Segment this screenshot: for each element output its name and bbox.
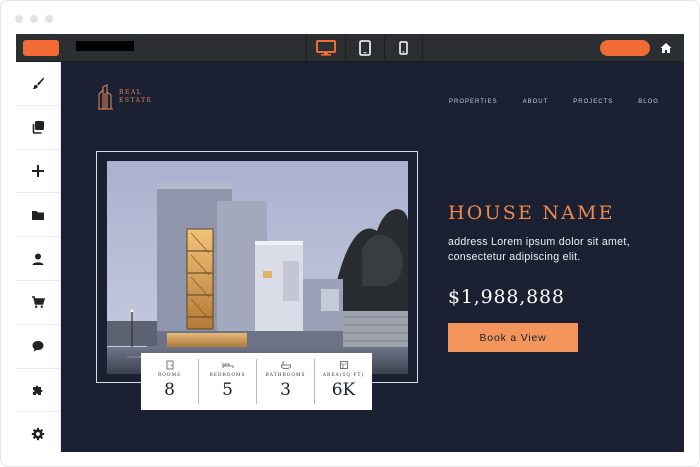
stat-bedrooms: BEDROOMS 5: [199, 359, 257, 404]
site-nav: PROPERTIES ABOUT PROJECTS BLOG: [449, 99, 684, 105]
stat-area: AREA(SQ FT) 6K: [315, 359, 372, 404]
page-title-redacted: [76, 41, 134, 51]
brand-line-1: REAL: [119, 89, 143, 96]
sidebar-item-style[interactable]: [16, 62, 60, 106]
window-dot: [45, 15, 53, 23]
book-a-view-button[interactable]: Book a View: [448, 323, 578, 352]
tablet-icon: [359, 40, 371, 56]
stat-value: 6K: [331, 380, 356, 400]
mobile-icon: [399, 41, 408, 55]
stat-value: 8: [164, 380, 175, 400]
chat-icon: [32, 341, 44, 352]
door-icon: [166, 360, 173, 370]
building-logo-icon: [98, 84, 113, 110]
cart-icon: [32, 296, 45, 309]
stat-label: BATHROOMS: [265, 373, 306, 378]
sidebar-item-account[interactable]: [16, 237, 60, 281]
house-address: address Lorem ipsum dolor sit amet, cons…: [448, 236, 630, 263]
property-stats: ROOMS 8 BEDROOMS 5 BATHROOMS 3 AREA(SQ F…: [141, 353, 372, 410]
nav-item-blog[interactable]: BLOG: [638, 99, 659, 105]
gear-icon: [31, 428, 45, 441]
house-photo: [107, 161, 408, 374]
home-icon: [660, 43, 672, 53]
sidebar-item-pages[interactable]: [16, 106, 60, 150]
mobile-view-button[interactable]: [384, 34, 423, 62]
editor-sidebar: [16, 62, 61, 452]
copy-icon: [32, 121, 44, 134]
stat-bathrooms: BATHROOMS 3: [257, 359, 315, 404]
sidebar-item-comments[interactable]: [16, 325, 60, 369]
user-icon: [32, 253, 44, 265]
nav-item-projects[interactable]: PROJECTS: [573, 99, 613, 105]
bath-icon: [280, 361, 291, 369]
puzzle-icon: [33, 385, 43, 395]
nav-item-properties[interactable]: PROPERTIES: [449, 99, 498, 105]
sidebar-item-store[interactable]: [16, 281, 60, 325]
sidebar-item-settings[interactable]: [16, 412, 60, 456]
menu-button[interactable]: [23, 40, 59, 56]
brush-icon: [32, 77, 44, 90]
sidebar-item-add[interactable]: [16, 150, 60, 194]
house-name-heading: HOUSE NAME: [448, 202, 615, 224]
brand-name: REAL ESTATE: [119, 89, 159, 105]
bed-icon: [222, 363, 233, 368]
house-illustration: [107, 161, 408, 374]
sidebar-item-plugins[interactable]: [16, 369, 60, 413]
sidebar-item-files[interactable]: [16, 193, 60, 238]
plus-icon: [32, 164, 44, 177]
window-dot: [30, 15, 38, 23]
site-preview: REAL ESTATE PROPERTIES ABOUT PROJECTS BL…: [61, 62, 684, 452]
desktop-view-button[interactable]: [306, 34, 345, 62]
house-price: $1,988,888: [448, 286, 565, 308]
area-icon: [339, 361, 348, 369]
stat-label: AREA(SQ FT): [322, 373, 365, 378]
tablet-view-button[interactable]: [345, 34, 384, 62]
brand-line-2: ESTATE: [119, 97, 153, 104]
home-button[interactable]: [658, 40, 674, 56]
desktop-icon: [316, 40, 336, 56]
editor-toolbar: [16, 34, 684, 62]
device-switcher: [306, 34, 423, 62]
site-logo[interactable]: REAL ESTATE: [97, 84, 159, 110]
stat-label: ROOMS: [157, 373, 181, 378]
publish-button[interactable]: [600, 40, 650, 56]
folder-icon: [32, 210, 44, 220]
stat-rooms: ROOMS 8: [141, 359, 199, 404]
stat-value: 5: [222, 380, 233, 400]
stat-value: 3: [280, 380, 291, 400]
window-dot: [15, 15, 23, 23]
stat-label: BEDROOMS: [209, 373, 246, 378]
nav-item-about[interactable]: ABOUT: [523, 99, 549, 105]
